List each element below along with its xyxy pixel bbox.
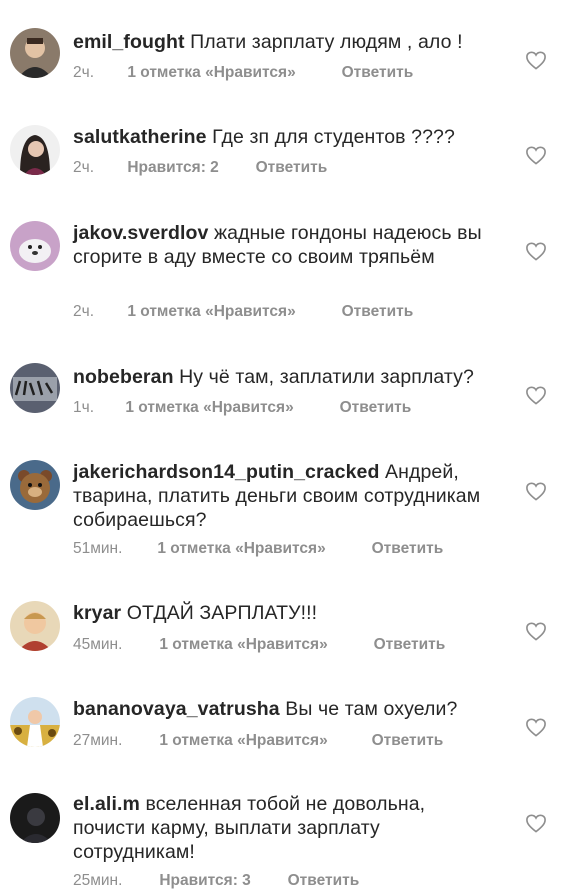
comment-text: jakov.sverdlov жадные гондоны надеюсь вы…	[73, 221, 493, 269]
comment-meta: 25мин. Нравится: 3 Ответить	[73, 872, 359, 890]
comment-text: el.ali.m вселенная тобой не довольна, по…	[73, 792, 493, 864]
comment-time: 2ч.	[73, 303, 95, 320]
comment-meta: 51мин. 1 отметка «Нравится» Ответить	[73, 540, 443, 558]
comment-time: 25мин.	[73, 872, 123, 889]
comment-body: Ну чё там, заплатили зарплату?	[179, 366, 474, 388]
comment-meta: 27мин. 1 отметка «Нравится» Ответить	[73, 732, 443, 750]
comment-username[interactable]: el.ali.m	[73, 793, 140, 815]
reply-button[interactable]: Ответить	[288, 872, 360, 890]
comment-text: kryar ОТДАЙ ЗАРПЛАТУ!!!	[73, 601, 493, 625]
comment-meta: 2ч. 1 отметка «Нравится» Ответить	[73, 303, 413, 321]
comment-text: nobeberan Ну чё там, заплатили зарплату?	[73, 365, 493, 389]
comment-username[interactable]: kryar	[73, 602, 121, 624]
heart-icon[interactable]	[525, 813, 547, 833]
heart-icon[interactable]	[525, 717, 547, 737]
bear-avatar-icon[interactable]	[10, 460, 60, 510]
comment-username[interactable]: salutkatherine	[73, 126, 207, 148]
reply-button[interactable]: Ответить	[342, 64, 414, 82]
comment-meta: 2ч. 1 отметка «Нравится» Ответить	[73, 64, 413, 82]
comment-likes[interactable]: 1 отметка «Нравится»	[125, 399, 335, 417]
comment-body: Где зп для студентов ????	[212, 126, 455, 148]
comment-time: 45мин.	[73, 636, 123, 653]
comment-username[interactable]: nobeberan	[73, 366, 174, 388]
comment-time: 2ч.	[73, 159, 95, 176]
dog-avatar-icon[interactable]	[10, 221, 60, 271]
comment-likes[interactable]: 1 отметка «Нравится»	[159, 636, 369, 654]
comment-time: 2ч.	[73, 64, 95, 81]
reply-button[interactable]: Ответить	[256, 159, 328, 177]
comment-meta: 45мин. 1 отметка «Нравится» Ответить	[73, 636, 445, 654]
comment-time: 27мин.	[73, 732, 123, 749]
comment-meta: 2ч. Нравится: 2 Ответить	[73, 159, 327, 177]
comment-likes[interactable]: 1 отметка «Нравится»	[127, 64, 337, 82]
reply-button[interactable]: Ответить	[340, 399, 412, 417]
heart-icon[interactable]	[525, 241, 547, 261]
comment-time: 1ч.	[73, 399, 95, 416]
person-avatar-icon[interactable]	[10, 28, 60, 78]
comment-body: ОТДАЙ ЗАРПЛАТУ!!!	[126, 602, 318, 624]
comment-username[interactable]: emil_fought	[73, 31, 185, 53]
reply-button[interactable]: Ответить	[372, 540, 444, 558]
heart-icon[interactable]	[525, 385, 547, 405]
person-avatar-icon[interactable]	[10, 125, 60, 175]
comment-body: Плати зарплату людям , ало !	[190, 31, 463, 53]
comment-text: emil_fought Плати зарплату людям , ало !	[73, 30, 493, 54]
child-avatar-icon[interactable]	[10, 601, 60, 651]
comment-body: Вы че там охуели?	[285, 698, 458, 720]
heart-icon[interactable]	[525, 621, 547, 641]
heart-icon[interactable]	[525, 50, 547, 70]
comment-text: salutkatherine Где зп для студентов ????	[73, 125, 493, 149]
comment-username[interactable]: bananovaya_vatrusha	[73, 698, 280, 720]
graffiti-avatar-icon[interactable]	[10, 363, 60, 413]
comment-text: bananovaya_vatrusha Вы че там охуели?	[73, 697, 493, 721]
heart-icon[interactable]	[525, 481, 547, 501]
comment-likes[interactable]: Нравится: 3	[159, 872, 283, 890]
reply-button[interactable]: Ответить	[374, 636, 446, 654]
comment-likes[interactable]: 1 отметка «Нравится»	[159, 732, 367, 750]
reply-button[interactable]: Ответить	[342, 303, 414, 321]
comment-likes[interactable]: 1 отметка «Нравится»	[157, 540, 367, 558]
dark-avatar-icon[interactable]	[10, 793, 60, 843]
comment-username[interactable]: jakerichardson14_putin_cracked	[73, 461, 379, 483]
comment-meta: 1ч. 1 отметка «Нравится» Ответить	[73, 399, 411, 417]
comment-text: jakerichardson14_putin_cracked Андрей, т…	[73, 460, 493, 532]
sunflower-avatar-icon[interactable]	[10, 697, 60, 747]
reply-button[interactable]: Ответить	[372, 732, 444, 750]
heart-icon[interactable]	[525, 145, 547, 165]
comment-time: 51мин.	[73, 540, 123, 557]
comment-username[interactable]: jakov.sverdlov	[73, 222, 208, 244]
comment-likes[interactable]: Нравится: 2	[127, 159, 251, 177]
comment-likes[interactable]: 1 отметка «Нравится»	[127, 303, 337, 321]
